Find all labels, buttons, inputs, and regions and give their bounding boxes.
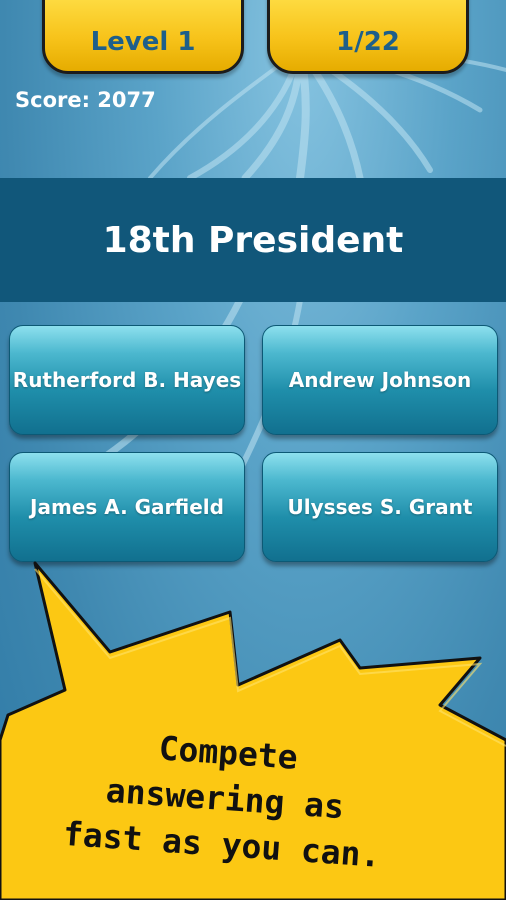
promo-text: Compete answering as fast as you can. (56, 719, 395, 880)
